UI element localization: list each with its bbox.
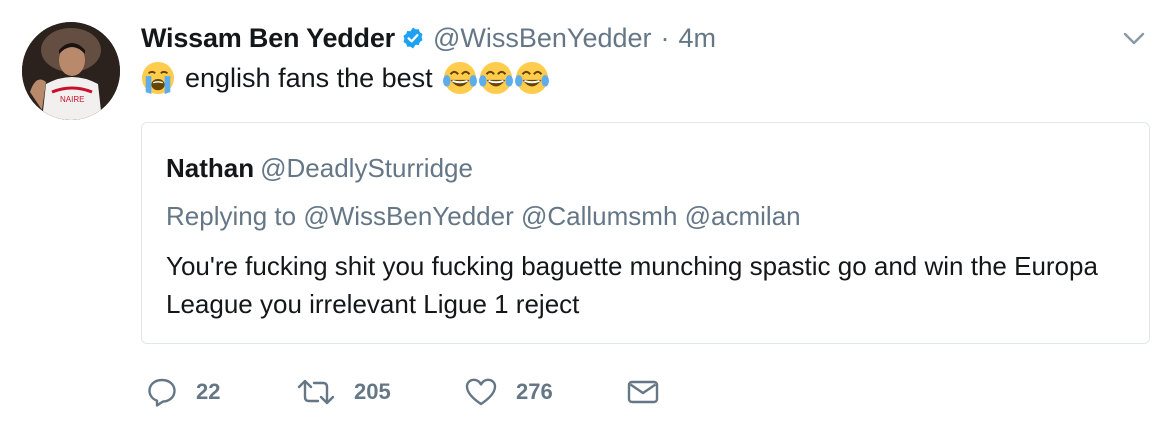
reply-icon bbox=[148, 378, 176, 407]
tweet-text: english fans the best bbox=[141, 56, 549, 100]
heart-icon bbox=[465, 378, 497, 406]
avatar-photo: NAIRE bbox=[22, 22, 120, 120]
trailing-emojis bbox=[442, 61, 549, 95]
verified-badge-icon bbox=[401, 26, 425, 50]
author-display-name[interactable]: Wissam Ben Yedder bbox=[141, 23, 395, 54]
reply-button[interactable]: 22 bbox=[146, 372, 220, 412]
mention-link[interactable]: @Callumsmh bbox=[521, 201, 677, 231]
quoted-display-name: Nathan bbox=[166, 153, 255, 183]
face-with-tears-of-joy-icon bbox=[514, 61, 549, 95]
envelope-icon bbox=[627, 380, 659, 404]
tweet-text-content: english fans the best bbox=[185, 62, 433, 93]
tweet-card: NAIRE Wissam Ben Yedder @WissBenYedder ·… bbox=[0, 0, 1175, 427]
face-with-tears-of-joy-icon bbox=[442, 61, 477, 95]
quoted-tweet-body: You're fucking shit you fucking baguette… bbox=[166, 251, 1098, 319]
more-options-button[interactable] bbox=[1120, 26, 1148, 50]
retweet-count: 205 bbox=[354, 379, 391, 404]
replying-to-line: Replying to @WissBenYedder @Callumsmh @a… bbox=[166, 201, 801, 232]
author-avatar[interactable]: NAIRE bbox=[22, 22, 120, 120]
svg-text:NAIRE: NAIRE bbox=[60, 95, 84, 104]
loudly-crying-face-icon bbox=[141, 61, 175, 95]
quoted-handle: @DeadlySturridge bbox=[260, 153, 473, 183]
quoted-tweet-header: Nathan @DeadlySturridge bbox=[166, 153, 473, 184]
mention-link[interactable]: @acmilan bbox=[685, 201, 801, 231]
like-count: 276 bbox=[516, 379, 553, 404]
face-with-tears-of-joy-icon bbox=[478, 61, 513, 95]
retweet-icon bbox=[297, 379, 335, 405]
reply-count: 22 bbox=[196, 379, 221, 404]
author-handle[interactable]: @WissBenYedder bbox=[433, 23, 652, 54]
separator-dot: · bbox=[660, 22, 670, 53]
mention-link[interactable]: @WissBenYedder bbox=[303, 201, 513, 231]
like-button[interactable]: 276 bbox=[464, 372, 553, 412]
replying-to-label: Replying to bbox=[166, 201, 297, 231]
tweet-header: Wissam Ben Yedder @WissBenYedder · 4m bbox=[141, 20, 716, 56]
retweet-button[interactable]: 205 bbox=[296, 372, 391, 412]
direct-message-button[interactable] bbox=[626, 372, 660, 412]
chevron-down-icon bbox=[1123, 32, 1145, 45]
tweet-timestamp[interactable]: 4m bbox=[679, 23, 717, 54]
quoted-tweet[interactable]: Nathan @DeadlySturridge Replying to @Wiss… bbox=[141, 122, 1150, 344]
